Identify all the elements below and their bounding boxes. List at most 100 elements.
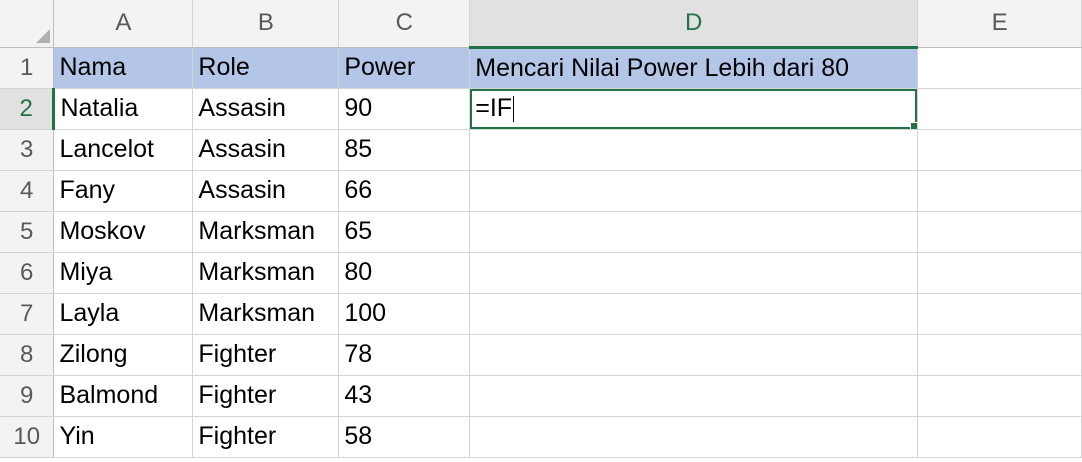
cell-value: Assasin xyxy=(198,176,286,204)
cell-value: 43 xyxy=(344,381,373,409)
cell-e10[interactable] xyxy=(917,416,1082,458)
cell-value: Marksman xyxy=(198,258,316,286)
cell-c1[interactable]: Power xyxy=(338,47,471,89)
cell-a8[interactable]: Zilong xyxy=(53,334,194,376)
spreadsheet-grid: A B C D E 1 Nama Role Power Mencari Nilai Po… xyxy=(0,0,1082,458)
cell-d2[interactable]: =IF xyxy=(469,88,919,130)
cell-a7[interactable]: Layla xyxy=(53,293,194,335)
row-header-6[interactable]: 6 xyxy=(0,252,55,294)
row-header-8[interactable]: 8 xyxy=(0,334,55,376)
cell-value: Nama xyxy=(59,53,127,81)
select-all-corner[interactable] xyxy=(0,0,55,48)
cell-d1[interactable]: Mencari Nilai Power Lebih dari 80 xyxy=(469,47,919,89)
table-row: 8 Zilong Fighter 78 xyxy=(0,334,1082,376)
cell-value: 80 xyxy=(344,258,373,286)
cell-value: 58 xyxy=(344,422,373,450)
cell-value: Assasin xyxy=(198,94,286,122)
cell-d3[interactable] xyxy=(469,129,919,171)
cell-c10[interactable]: 58 xyxy=(338,416,471,458)
cell-d8[interactable] xyxy=(469,334,919,376)
row-header-7[interactable]: 7 xyxy=(0,293,55,335)
cell-a10[interactable]: Yin xyxy=(53,416,194,458)
cell-c6[interactable]: 80 xyxy=(338,252,471,294)
cell-e1[interactable] xyxy=(917,47,1082,89)
table-row: 10 Yin Fighter 58 xyxy=(0,416,1082,458)
cell-e3[interactable] xyxy=(917,129,1082,171)
table-row: 4 Fany Assasin 66 xyxy=(0,170,1082,212)
cell-value: Marksman xyxy=(198,217,316,245)
column-header-e[interactable]: E xyxy=(917,0,1082,48)
cell-value: Fighter xyxy=(198,381,277,409)
column-header-a[interactable]: A xyxy=(53,0,194,48)
cell-e6[interactable] xyxy=(917,252,1082,294)
table-row: 2 Natalia Assasin 90 =IF xyxy=(0,88,1082,130)
cell-e5[interactable] xyxy=(917,211,1082,253)
cell-e8[interactable] xyxy=(917,334,1082,376)
cell-d4[interactable] xyxy=(469,170,919,212)
cell-a3[interactable]: Lancelot xyxy=(53,129,194,171)
cell-c8[interactable]: 78 xyxy=(338,334,471,376)
cell-value: 90 xyxy=(344,94,373,122)
cell-e4[interactable] xyxy=(917,170,1082,212)
cell-value: Moskov xyxy=(59,217,146,245)
cell-value: Power xyxy=(344,53,416,81)
cell-a5[interactable]: Moskov xyxy=(53,211,194,253)
cell-c3[interactable]: 85 xyxy=(338,129,471,171)
cell-value: Mencari Nilai Power Lebih dari 80 xyxy=(475,53,850,82)
cell-a1[interactable]: Nama xyxy=(53,47,194,89)
cell-value: Lancelot xyxy=(59,135,154,163)
cell-a9[interactable]: Balmond xyxy=(53,375,194,417)
table-row: 6 Miya Marksman 80 xyxy=(0,252,1082,294)
cell-e7[interactable] xyxy=(917,293,1082,335)
cell-b8[interactable]: Fighter xyxy=(192,334,340,376)
cell-a2[interactable]: Natalia xyxy=(53,88,194,130)
cell-c5[interactable]: 65 xyxy=(338,211,471,253)
cell-d5[interactable] xyxy=(469,211,919,253)
cell-a6[interactable]: Miya xyxy=(53,252,194,294)
cell-e9[interactable] xyxy=(917,375,1082,417)
row-header-5[interactable]: 5 xyxy=(0,211,55,253)
cell-b6[interactable]: Marksman xyxy=(192,252,340,294)
fill-handle[interactable] xyxy=(910,121,917,128)
cell-e2[interactable] xyxy=(917,88,1082,130)
table-row: 7 Layla Marksman 100 xyxy=(0,293,1082,335)
row-header-10[interactable]: 10 xyxy=(0,416,55,458)
cell-c7[interactable]: 100 xyxy=(338,293,471,335)
row-header-3[interactable]: 3 xyxy=(0,129,55,171)
row-header-9[interactable]: 9 xyxy=(0,375,55,417)
column-header-b[interactable]: B xyxy=(192,0,340,48)
cell-b5[interactable]: Marksman xyxy=(192,211,340,253)
cell-value: Balmond xyxy=(59,381,159,409)
row-header-2[interactable]: 2 xyxy=(0,88,56,130)
column-header-c[interactable]: C xyxy=(338,0,471,48)
cell-c9[interactable]: 43 xyxy=(338,375,471,417)
cell-b4[interactable]: Assasin xyxy=(192,170,340,212)
cell-d6[interactable] xyxy=(469,252,919,294)
cell-value: 66 xyxy=(344,176,373,204)
cell-c4[interactable]: 66 xyxy=(338,170,471,212)
row-header-4[interactable]: 4 xyxy=(0,170,55,212)
active-cell-border xyxy=(470,88,917,128)
cell-b3[interactable]: Assasin xyxy=(192,129,340,171)
cell-value: Fany xyxy=(59,176,116,204)
text-cursor xyxy=(513,96,515,123)
cell-value: Fighter xyxy=(198,422,277,450)
row-header-1[interactable]: 1 xyxy=(0,47,55,89)
cell-value: 65 xyxy=(344,217,373,245)
cell-value: Miya xyxy=(59,258,113,286)
cell-d9[interactable] xyxy=(469,375,919,417)
cell-c2[interactable]: 90 xyxy=(338,88,471,130)
cell-value: Yin xyxy=(59,422,95,450)
cell-a4[interactable]: Fany xyxy=(53,170,194,212)
cell-b10[interactable]: Fighter xyxy=(192,416,340,458)
cell-d7[interactable] xyxy=(469,293,919,335)
cell-d10[interactable] xyxy=(469,416,919,458)
cell-b7[interactable]: Marksman xyxy=(192,293,340,335)
cell-b9[interactable]: Fighter xyxy=(192,375,340,417)
cell-value: 78 xyxy=(344,340,373,368)
cell-value: Natalia xyxy=(60,94,139,122)
cell-b2[interactable]: Assasin xyxy=(192,88,340,130)
cell-b1[interactable]: Role xyxy=(192,47,340,89)
column-header-d[interactable]: D xyxy=(469,0,919,49)
cell-value: Layla xyxy=(59,299,120,327)
